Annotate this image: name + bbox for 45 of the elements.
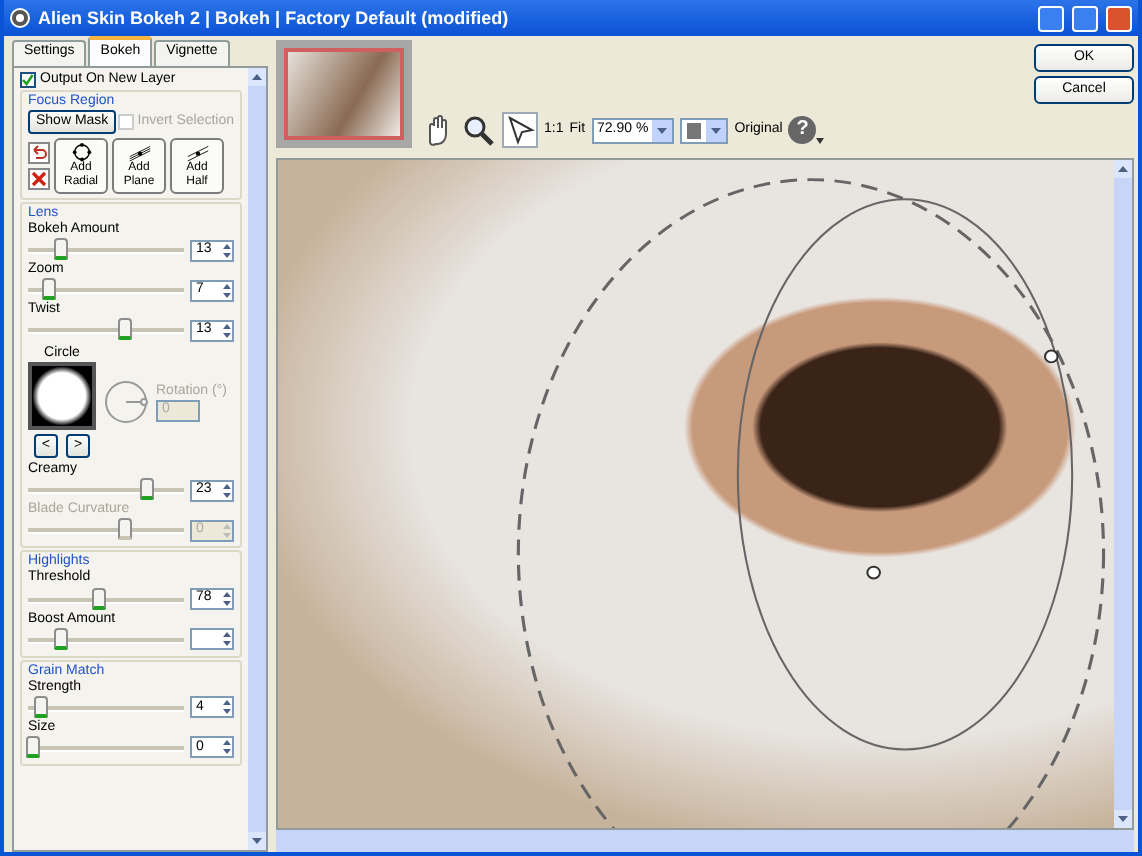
zoom-icon xyxy=(462,114,494,146)
spin-arrows-icon xyxy=(222,698,232,717)
slider-track[interactable] xyxy=(28,627,184,652)
spin-arrows-icon xyxy=(222,738,232,757)
tool-button[interactable] xyxy=(502,112,538,148)
navigator-panel[interactable] xyxy=(276,40,412,148)
spin-arrows-icon xyxy=(222,630,232,649)
spin-arrows-icon xyxy=(222,521,232,540)
slider-thumb[interactable] xyxy=(25,735,40,758)
close-button[interactable] xyxy=(1106,5,1132,31)
scroll-down-icon xyxy=(248,832,266,850)
spin-arrows-icon xyxy=(222,321,232,340)
slider-thumb[interactable] xyxy=(42,278,57,301)
slider-thumb[interactable] xyxy=(92,587,107,610)
slider-thumb[interactable] xyxy=(53,627,68,650)
spin-arrows-icon xyxy=(222,241,232,260)
view-mode-dropdown[interactable] xyxy=(680,117,729,143)
spin-arrows-icon xyxy=(222,481,232,500)
scroll-up-icon xyxy=(1114,160,1132,178)
rotation-dial-icon xyxy=(104,380,148,425)
spin-arrows-icon xyxy=(222,590,232,609)
scroll-bar[interactable] xyxy=(1114,160,1132,828)
tool-button[interactable] xyxy=(460,112,496,148)
pointer-icon xyxy=(504,114,536,146)
scroll-bar[interactable] xyxy=(248,68,266,850)
scroll-down-icon xyxy=(1114,810,1132,828)
minimize-button[interactable] xyxy=(1038,5,1064,31)
maximize-button[interactable] xyxy=(1072,5,1098,31)
delete-icon xyxy=(28,168,50,191)
slider-thumb[interactable] xyxy=(139,478,153,501)
slider-track[interactable] xyxy=(28,735,184,760)
bokeh-shape-preview xyxy=(28,362,96,431)
checkbox[interactable] xyxy=(20,72,36,89)
spin-arrows-icon xyxy=(222,281,232,300)
slider-thumb[interactable] xyxy=(53,238,68,261)
slider-thumb[interactable] xyxy=(34,695,49,718)
split-view-icon xyxy=(686,121,703,139)
scroll-up-icon xyxy=(248,68,266,86)
spin-field[interactable] xyxy=(190,628,234,651)
window-title: Alien Skin Bokeh 2 | Bokeh | Factory Default (modified) xyxy=(38,7,511,29)
app-icon xyxy=(10,8,30,28)
thumbnail-photo xyxy=(284,48,404,140)
slider-thumb[interactable] xyxy=(118,318,133,341)
undo-icon xyxy=(28,142,50,165)
caret-icon xyxy=(816,138,825,144)
